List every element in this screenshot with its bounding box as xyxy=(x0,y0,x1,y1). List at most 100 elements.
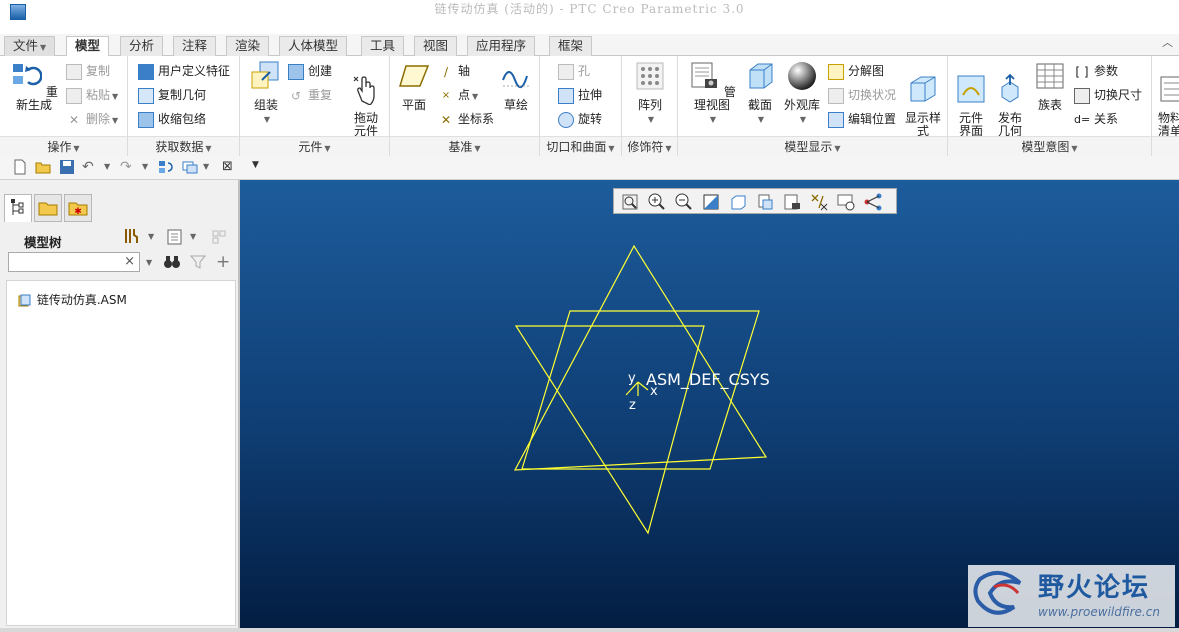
filter-icon[interactable] xyxy=(190,254,206,270)
section-button[interactable]: 截面 ▼ xyxy=(742,60,778,126)
tab-model-tree[interactable] xyxy=(4,194,32,222)
manage-views-button[interactable]: 管理视图 ▼ xyxy=(684,60,740,126)
copy-geometry-button[interactable]: 复制几何 xyxy=(138,86,206,104)
graphics-window[interactable]: y ASM_DEF_CSYS x z xyxy=(240,180,1179,628)
redo-icon[interactable]: ↷ xyxy=(120,159,136,175)
sketch-button[interactable]: 草绘 xyxy=(496,60,536,112)
group-label-component[interactable]: 元件 ▼ xyxy=(240,136,389,156)
group-label-modifiers[interactable]: 修饰符 ▼ xyxy=(622,136,677,156)
shrinkwrap-button[interactable]: 收缩包络 xyxy=(138,110,206,128)
graphics-toolbar-strip: ▼ xyxy=(240,156,1179,180)
close-window-icon[interactable]: ⊠ xyxy=(222,159,238,175)
status-bar xyxy=(0,628,1179,632)
ribbon: 重新生成 复制 粘贴 ▼ ✕ 删除 ▼ 操作 ▼ 用户定义特征 复制几何 收缩包络 获取… xyxy=(0,56,1179,156)
tree-item-assembly[interactable]: 链传动仿真.ASM xyxy=(17,291,127,308)
axis-button[interactable]: / 轴 xyxy=(438,62,470,80)
csys-button[interactable]: ✕ 坐标系 xyxy=(438,110,494,128)
publish-geometry-icon xyxy=(1001,73,1019,103)
component-interface-button[interactable]: 元件 界面 xyxy=(952,60,990,138)
tab-applications[interactable]: 应用程序 xyxy=(467,36,536,56)
pattern-button[interactable]: 阵列 ▼ xyxy=(630,60,670,126)
new-file-icon[interactable] xyxy=(12,159,28,175)
tree-settings-icon[interactable] xyxy=(122,226,142,246)
repeat-button[interactable]: ↺ 重复 xyxy=(288,86,332,104)
revolve-icon xyxy=(558,111,574,128)
favorites-icon: ✱ xyxy=(68,202,88,217)
forum-logo-icon xyxy=(973,571,1022,615)
windows-dropdown-icon[interactable]: ▼ xyxy=(203,159,219,175)
group-component: 组装 ▼ 创建 ↺ 重复 拖动 元件 元件 ▼ xyxy=(240,56,390,156)
ribbon-tab-row: 文件 ▼ 模型 分析 注释 渲染 人体模型 工具 视图 应用程序 框架 ︿ xyxy=(0,34,1179,57)
paste-button[interactable]: 粘贴 ▼ xyxy=(66,86,118,104)
edit-position-button[interactable]: 编辑位置 xyxy=(828,110,896,128)
switch-dimensions-icon xyxy=(1074,87,1090,104)
tab-model[interactable]: 模型 xyxy=(66,36,110,57)
create-component-button[interactable]: 创建 xyxy=(288,62,332,80)
hole-button[interactable]: 孔 xyxy=(558,62,590,80)
parameters-button[interactable]: [ ] 参数 xyxy=(1074,62,1118,80)
explode-view-button[interactable]: 分解图 xyxy=(828,62,884,80)
group-label-operations[interactable]: 操作 ▼ xyxy=(0,136,127,156)
group-get-data: 用户定义特征 复制几何 收缩包络 获取数据 ▼ xyxy=(128,56,240,156)
revolve-button[interactable]: 旋转 xyxy=(558,110,602,128)
tab-tools[interactable]: 工具 xyxy=(361,36,405,56)
add-column-icon[interactable]: + xyxy=(216,252,230,272)
group-label-model-display[interactable]: 模型显示 ▼ xyxy=(678,136,947,156)
tree-show-dropdown-icon[interactable]: ▼ xyxy=(190,232,196,241)
publish-geometry-button[interactable]: 发布 几何 xyxy=(992,60,1028,138)
group-label-get-data[interactable]: 获取数据 ▼ xyxy=(128,136,239,156)
relations-button[interactable]: d= 关系 xyxy=(1074,110,1118,128)
tree-show-icon[interactable] xyxy=(166,228,184,246)
axis-icon: / xyxy=(443,64,449,79)
bom-button[interactable]: 物料 清单 xyxy=(1158,60,1179,138)
tab-file[interactable]: 文件 ▼ xyxy=(4,36,56,56)
model-tree-search-input[interactable]: × xyxy=(8,252,140,272)
group-label-model-intent[interactable]: 模型意图 ▼ xyxy=(948,136,1151,156)
parameters-icon: [ ] xyxy=(1075,64,1089,79)
tab-framework[interactable]: 框架 xyxy=(549,36,593,56)
appearance-gallery-button[interactable]: 外观库 ▼ xyxy=(780,60,824,126)
copy-button[interactable]: 复制 xyxy=(66,62,110,80)
ribbon-collapse-icon[interactable]: ︿ xyxy=(1162,34,1173,50)
regenerate-small-icon[interactable] xyxy=(158,159,174,175)
group-datum: 平面 / 轴 × 点 ▼ ✕ 坐标系 草绘 基准 ▼ xyxy=(390,56,540,156)
delete-button[interactable]: ✕ 删除 ▼ xyxy=(66,110,118,128)
plane-button[interactable]: 平面 xyxy=(392,60,436,112)
windows-icon[interactable] xyxy=(182,159,198,175)
assemble-button[interactable]: 组装 ▼ xyxy=(244,60,288,126)
tree-columns-icon[interactable] xyxy=(210,228,230,246)
undo-dropdown-icon[interactable]: ▼ xyxy=(104,159,120,175)
toggle-status-button[interactable]: 切换状况 xyxy=(828,86,896,104)
group-label-cut-surface[interactable]: 切口和曲面 ▼ xyxy=(540,136,621,156)
extrude-button[interactable]: 拉伸 xyxy=(558,86,602,104)
tab-view[interactable]: 视图 xyxy=(414,36,458,56)
open-folder-icon[interactable] xyxy=(35,159,51,175)
undo-icon[interactable]: ↶ xyxy=(82,159,98,175)
explode-view-icon xyxy=(828,63,844,80)
drag-components-button[interactable]: 拖动 元件 xyxy=(344,60,388,138)
family-table-icon xyxy=(1036,63,1064,89)
tab-render[interactable]: 渲染 xyxy=(226,36,270,56)
udf-button[interactable]: 用户定义特征 xyxy=(138,62,230,80)
save-icon[interactable] xyxy=(59,159,75,175)
tab-analysis[interactable]: 分析 xyxy=(120,36,164,56)
datum-plane-triangle-down xyxy=(514,325,705,535)
tree-settings-dropdown-icon[interactable]: ▼ xyxy=(148,232,154,241)
regenerate-button[interactable]: 重新生成 xyxy=(8,60,60,112)
csys-axis-z-label: z xyxy=(629,398,636,413)
tab-manikin[interactable]: 人体模型 xyxy=(279,36,348,56)
tab-favorites[interactable]: ✱ xyxy=(64,194,92,222)
tab-annotate[interactable]: 注释 xyxy=(173,36,217,56)
redo-dropdown-icon[interactable]: ▼ xyxy=(142,159,158,175)
search-dropdown-icon[interactable]: ▼ xyxy=(146,258,152,267)
clear-search-icon[interactable]: × xyxy=(124,254,135,269)
point-button[interactable]: × 点 ▼ xyxy=(438,86,478,104)
display-style-button[interactable]: 显示样 式 xyxy=(900,60,946,138)
find-binoculars-icon[interactable] xyxy=(163,254,181,270)
switch-dimensions-button[interactable]: 切换尺寸 xyxy=(1074,86,1142,104)
group-label-datum[interactable]: 基准 ▼ xyxy=(390,136,539,156)
tab-folder-browser[interactable] xyxy=(34,194,62,222)
extrude-icon xyxy=(558,87,574,104)
toolbar-customize-dropdown-icon[interactable]: ▼ xyxy=(252,160,259,170)
family-table-button[interactable]: 族表 xyxy=(1032,60,1068,112)
